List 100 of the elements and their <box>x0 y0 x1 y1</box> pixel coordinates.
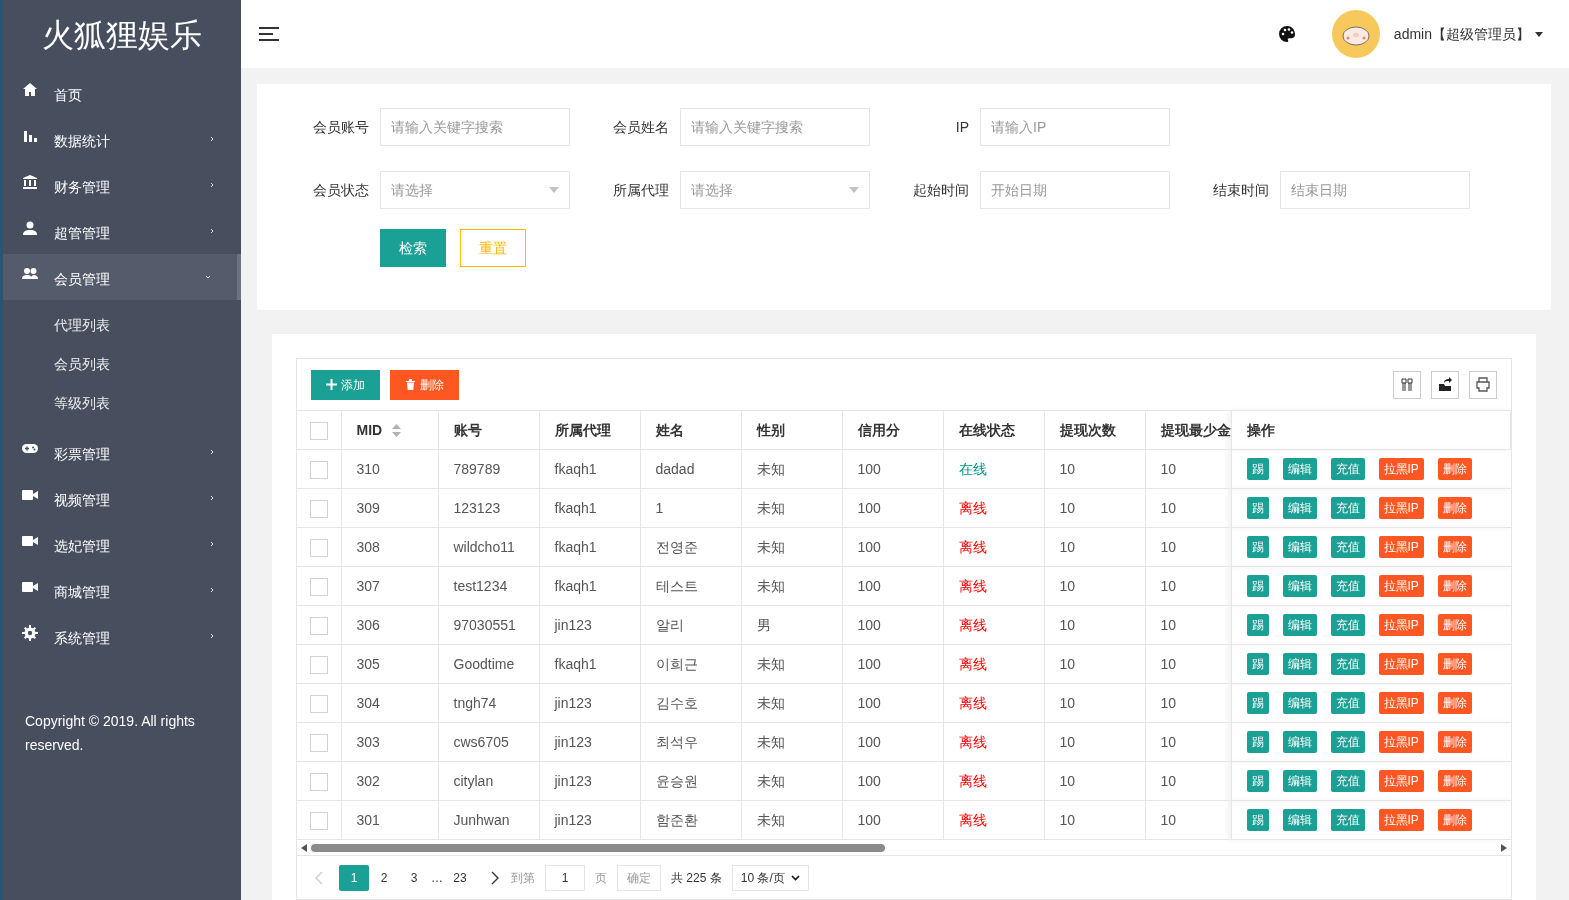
checkbox[interactable] <box>309 811 328 830</box>
column-header[interactable]: 所属代理 <box>554 419 611 441</box>
sidebar-item[interactable]: 财务管理 <box>3 162 241 208</box>
action-button[interactable]: 删除 <box>1437 770 1472 792</box>
print-icon[interactable] <box>1469 370 1497 399</box>
action-button[interactable]: 踢 <box>1246 692 1269 714</box>
palette-icon[interactable] <box>1277 25 1296 43</box>
action-button[interactable]: 编辑 <box>1282 614 1317 636</box>
delete-button[interactable]: 删除 <box>390 369 459 400</box>
action-button[interactable]: 拉黑IP <box>1378 497 1424 519</box>
input-field[interactable]: 结束日期 <box>1280 171 1470 209</box>
action-button[interactable]: 编辑 <box>1282 458 1317 480</box>
action-button[interactable]: 充值 <box>1330 653 1365 675</box>
action-button[interactable]: 编辑 <box>1282 692 1317 714</box>
input-field[interactable]: 请输入关键字搜索 <box>680 108 870 146</box>
action-button[interactable]: 编辑 <box>1282 575 1317 597</box>
action-button[interactable]: 踢 <box>1246 770 1269 792</box>
action-button[interactable]: 踢 <box>1246 731 1269 753</box>
sort-icon[interactable] <box>392 423 402 437</box>
action-button[interactable]: 拉黑IP <box>1378 575 1424 597</box>
column-header[interactable]: 提现最少金 <box>1160 419 1231 441</box>
action-button[interactable]: 踢 <box>1246 575 1269 597</box>
action-button[interactable]: 删除 <box>1437 731 1472 753</box>
action-button[interactable]: 编辑 <box>1282 731 1317 753</box>
checkbox[interactable] <box>309 421 328 440</box>
action-button[interactable]: 充值 <box>1330 575 1365 597</box>
action-button[interactable]: 踢 <box>1246 809 1269 831</box>
column-header[interactable]: 提现次数 <box>1059 419 1116 441</box>
confirm-button[interactable]: 确定 <box>617 864 661 891</box>
action-button[interactable]: 拉黑IP <box>1378 458 1424 480</box>
action-button[interactable]: 拉黑IP <box>1378 770 1424 792</box>
sidebar-item[interactable]: 视频管理 <box>3 475 241 521</box>
checkbox[interactable] <box>309 772 328 791</box>
action-button[interactable]: 编辑 <box>1282 653 1317 675</box>
checkbox[interactable] <box>309 694 328 713</box>
sidebar-item[interactable]: 彩票管理 <box>3 429 241 475</box>
action-button[interactable]: 拉黑IP <box>1378 809 1424 831</box>
action-button[interactable]: 充值 <box>1330 770 1365 792</box>
column-header[interactable]: 账号 <box>453 419 482 441</box>
action-button[interactable]: 踢 <box>1246 653 1269 675</box>
sidebar-subitem[interactable]: 代理列表 <box>3 306 241 345</box>
action-button[interactable]: 编辑 <box>1282 809 1317 831</box>
search-button[interactable]: 检索 <box>380 229 446 267</box>
select-field[interactable]: 请选择 <box>380 171 570 209</box>
action-button[interactable]: 充值 <box>1330 809 1365 831</box>
menu-icon[interactable] <box>259 26 279 42</box>
page-button[interactable]: 1 <box>339 864 369 891</box>
action-button[interactable]: 删除 <box>1437 614 1472 636</box>
action-button[interactable]: 删除 <box>1437 458 1472 480</box>
horizontal-scrollbar[interactable] <box>311 844 885 852</box>
action-button[interactable]: 充值 <box>1330 731 1365 753</box>
checkbox[interactable] <box>309 499 328 518</box>
chevron-right-icon[interactable] <box>491 870 499 885</box>
checkbox[interactable] <box>309 733 328 752</box>
page-size-select[interactable]: 10 条/页 <box>731 864 809 891</box>
export-icon[interactable] <box>1431 370 1459 399</box>
scroll-right-icon[interactable] <box>1501 844 1507 852</box>
user-name[interactable]: admin【超级管理员】 <box>1393 23 1530 45</box>
columns-icon[interactable] <box>1393 370 1421 399</box>
checkbox[interactable] <box>309 460 328 479</box>
input-field[interactable]: 开始日期 <box>980 171 1170 209</box>
sidebar-item[interactable]: 商城管理 <box>3 567 241 613</box>
sidebar-item[interactable]: 会员管理 <box>3 254 241 300</box>
action-button[interactable]: 删除 <box>1437 653 1472 675</box>
action-button[interactable]: 充值 <box>1330 614 1365 636</box>
sidebar-subitem[interactable]: 会员列表 <box>3 345 241 384</box>
input-field[interactable]: 请输入IP <box>980 108 1170 146</box>
add-button[interactable]: 添加 <box>311 369 380 400</box>
action-button[interactable]: 充值 <box>1330 692 1365 714</box>
column-header[interactable]: 信用分 <box>857 419 900 441</box>
action-button[interactable]: 充值 <box>1330 536 1365 558</box>
action-button[interactable]: 编辑 <box>1282 536 1317 558</box>
checkbox[interactable] <box>309 577 328 596</box>
action-button[interactable]: 充值 <box>1330 458 1365 480</box>
select-field[interactable]: 请选择 <box>680 171 870 209</box>
action-button[interactable]: 删除 <box>1437 692 1472 714</box>
action-button[interactable]: 编辑 <box>1282 497 1317 519</box>
sidebar-subitem[interactable]: 等级列表 <box>3 384 241 423</box>
action-button[interactable]: 拉黑IP <box>1378 692 1424 714</box>
sidebar-item[interactable]: 系统管理 <box>3 613 241 659</box>
sidebar-item[interactable]: 超管管理 <box>3 208 241 254</box>
column-header[interactable]: 性别 <box>756 419 785 441</box>
page-input[interactable]: 1 <box>545 864 585 891</box>
action-button[interactable]: 删除 <box>1437 497 1472 519</box>
reset-button[interactable]: 重置 <box>460 229 526 267</box>
action-button[interactable]: 踢 <box>1246 536 1269 558</box>
scroll-left-icon[interactable] <box>301 844 307 852</box>
checkbox[interactable] <box>309 616 328 635</box>
sidebar-item[interactable]: 首页 <box>3 70 241 116</box>
action-button[interactable]: 删除 <box>1437 575 1472 597</box>
column-header[interactable]: MID <box>356 419 383 441</box>
action-button[interactable]: 删除 <box>1437 809 1472 831</box>
action-button[interactable]: 编辑 <box>1282 770 1317 792</box>
sidebar-item[interactable]: 数据统计 <box>3 116 241 162</box>
sidebar-item[interactable]: 选妃管理 <box>3 521 241 567</box>
action-button[interactable]: 充值 <box>1330 497 1365 519</box>
input-field[interactable]: 请输入关键字搜索 <box>380 108 570 146</box>
action-button[interactable]: 拉黑IP <box>1378 653 1424 675</box>
avatar-icon[interactable] <box>1331 10 1380 58</box>
action-button[interactable]: 踢 <box>1246 458 1269 480</box>
